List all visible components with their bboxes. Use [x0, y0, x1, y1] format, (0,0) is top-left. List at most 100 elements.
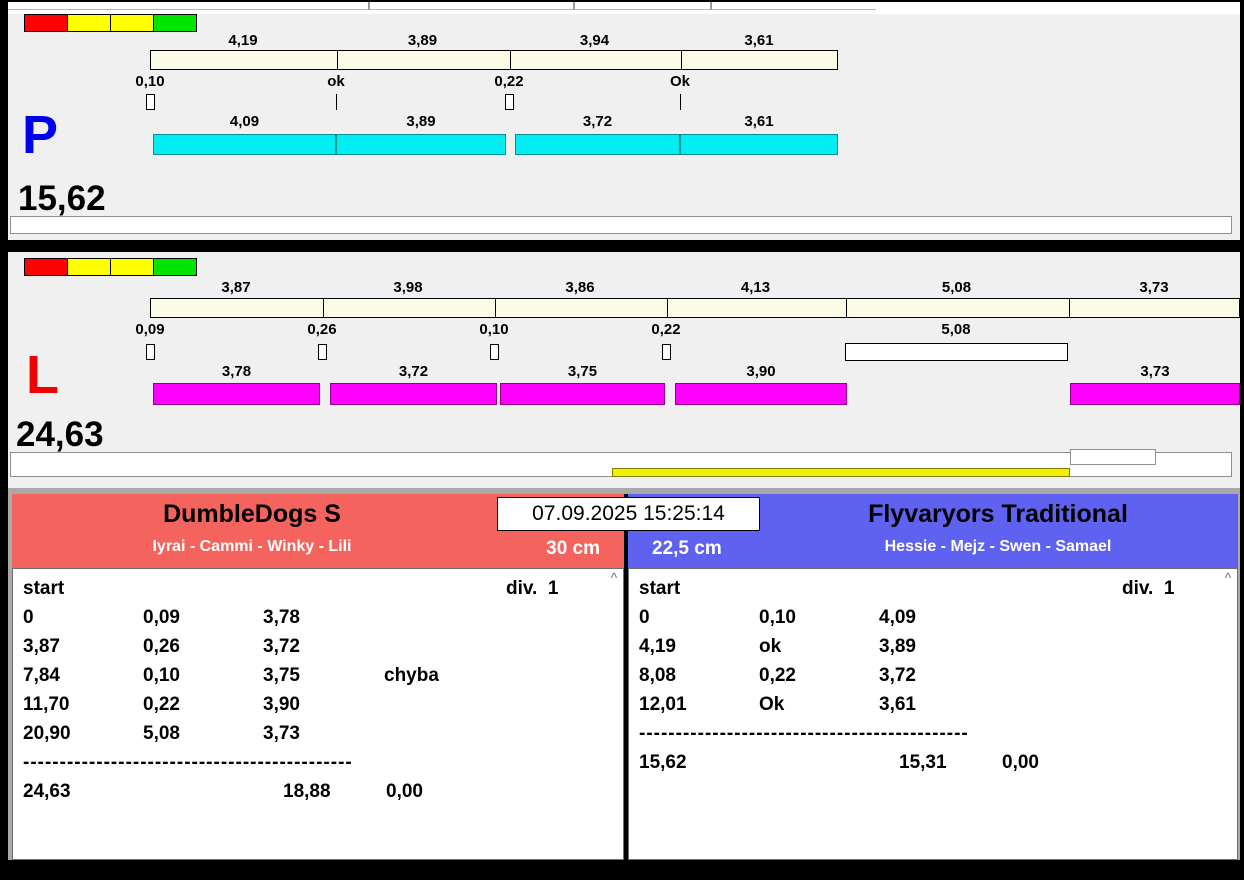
dog-time: 3,78 — [263, 607, 300, 628]
split-time-top: 3,87 — [221, 279, 251, 296]
split-time-bottom: 3,61 — [744, 113, 774, 130]
dog-run-bar — [330, 383, 497, 405]
top-splits-bar — [150, 50, 838, 70]
split-time-bottom: 3,72 — [398, 363, 429, 380]
bar-divider — [681, 51, 682, 69]
lane-p-letter: P — [22, 105, 59, 165]
dog-time: 3,72 — [263, 636, 300, 657]
cum-time: 0 — [23, 607, 34, 628]
split-time-bottom: 3,89 — [406, 113, 436, 130]
sensor-mark-line — [680, 94, 681, 110]
split-time-top: 3,89 — [407, 32, 438, 49]
bar-divider — [495, 299, 496, 317]
dog-run-bar — [680, 134, 838, 155]
bar-divider — [337, 51, 338, 69]
team-panel-left: DumbleDogs S Iyrai - Cammi - Winky - Lil… — [12, 494, 624, 860]
fault-note — [384, 603, 623, 632]
datetime-display: 07.09.2025 15:25:14 — [497, 497, 760, 531]
window-remnant-strip — [8, 2, 1240, 14]
sensor-mark-box — [490, 344, 499, 360]
bar-divider — [846, 299, 847, 317]
cum-time: 12,01 — [639, 694, 687, 715]
timing-display: 4,19 3,89 3,94 3,61 0,10 ok 0,22 Ok 4,09… — [8, 2, 1240, 866]
clean-time: 18,88 — [283, 781, 331, 802]
total-time: 15,62 — [639, 752, 687, 773]
flyball-timing-window: 4,19 3,89 3,94 3,61 0,10 ok 0,22 Ok 4,09… — [0, 0, 1244, 880]
fault-note — [1000, 603, 1237, 632]
result-row: 3,87 0,26 3,72 — [13, 632, 623, 661]
split-time-bottom: 3,78 — [221, 363, 252, 380]
penalty-time: 0,00 — [1002, 752, 1039, 773]
light-yellow-icon — [68, 15, 111, 31]
lane-l-total-time: 24,63 — [16, 415, 104, 454]
team-right-jump-height: 22,5 cm — [652, 538, 722, 559]
cum-time: 4,19 — [639, 636, 676, 657]
table-header-row: start div. 1 — [629, 574, 1237, 603]
status-progress-bar — [612, 468, 1070, 477]
split-time-bottom: 4,09 — [229, 113, 260, 130]
split-time-top: 3,73 — [1139, 279, 1169, 296]
dog-run-bar — [500, 383, 665, 405]
dog-time: 3,73 — [263, 723, 300, 744]
light-red-icon — [25, 15, 68, 31]
team-right-results: start div. 1 0 0,10 4,09 4,19 ok 3,89 8,08 0,… — [628, 568, 1238, 860]
division-label: div. 1 — [1122, 578, 1175, 599]
change-time: 0,26 — [143, 636, 180, 657]
change-mark: Ok — [669, 73, 690, 90]
sensor-mark-box — [662, 344, 671, 360]
clean-time: 15,31 — [899, 752, 947, 773]
dog-time: 3,72 — [879, 665, 916, 686]
cum-time: 20,90 — [23, 723, 71, 744]
start-label: start — [23, 578, 65, 599]
bar-divider — [510, 51, 511, 69]
split-time-bottom: 3,90 — [746, 363, 776, 380]
teams-area: DumbleDogs S Iyrai - Cammi - Winky - Lil… — [8, 488, 1240, 866]
split-time-bottom: 3,75 — [567, 363, 598, 380]
result-row: 20,90 5,08 3,73 — [13, 719, 623, 748]
dog-time: 3,89 — [879, 636, 916, 657]
dog-run-bar — [515, 134, 680, 155]
cum-time: 8,08 — [639, 665, 676, 686]
scroll-up-icon[interactable]: ^ — [1221, 571, 1235, 583]
lane-separator — [8, 240, 1240, 252]
fault-note — [384, 690, 623, 719]
change-time: 0,09 — [143, 607, 180, 628]
light-green-icon — [154, 15, 196, 31]
split-time-top: 3,98 — [393, 279, 423, 296]
start-label: start — [639, 578, 681, 599]
team-left-results: start div. 1 0 0,09 3,78 3,87 0,26 3,72 7,84… — [12, 568, 624, 860]
dog-run-bar — [675, 383, 847, 405]
scroll-up-icon[interactable]: ^ — [607, 571, 621, 583]
total-row: 24,63 18,88 0,00 — [13, 777, 623, 806]
bar-divider — [323, 299, 324, 317]
change-time: 0,22 — [759, 665, 796, 686]
lane-l-panel: 3,87 3,98 3,86 4,13 5,08 3,73 0,09 0,26 … — [8, 252, 1240, 488]
dog-time: 3,75 — [263, 665, 300, 686]
sensor-mark-box — [146, 344, 155, 360]
remnant-tick — [573, 2, 575, 10]
result-row: 12,01 Ok 3,61 — [629, 690, 1237, 719]
light-yellow-icon — [111, 259, 154, 275]
change-mark: 0,09 — [135, 321, 165, 338]
change-time: 5,08 — [143, 723, 180, 744]
change-time: 0,10 — [759, 607, 796, 628]
panel-bottom-gap — [8, 860, 1240, 866]
dog-time: 3,90 — [263, 694, 300, 715]
team-panel-right: Flyvaryors Traditional Hessie - Mejz - S… — [628, 494, 1238, 860]
penalty-time: 0,00 — [386, 781, 423, 802]
change-time: 0,22 — [143, 694, 180, 715]
bar-divider — [1069, 299, 1070, 317]
lost-dog-time-label: 5,08 — [941, 321, 971, 338]
split-time-top: 3,86 — [565, 279, 595, 296]
change-mark: 0,26 — [307, 321, 337, 338]
team-left-name: DumbleDogs S — [163, 500, 341, 528]
team-right-dogs: Hessie - Mejz - Swen - Samael — [884, 538, 1112, 555]
dog-run-bar — [336, 134, 506, 155]
division-label: div. 1 — [506, 578, 559, 599]
lane-p-status-strip — [10, 216, 1232, 234]
lane-l-letter: L — [26, 345, 59, 405]
fault-note: chyba — [384, 665, 439, 686]
change-mark: 0,22 — [651, 321, 681, 338]
change-mark: ok — [327, 73, 345, 90]
change-mark: 0,10 — [479, 321, 509, 338]
